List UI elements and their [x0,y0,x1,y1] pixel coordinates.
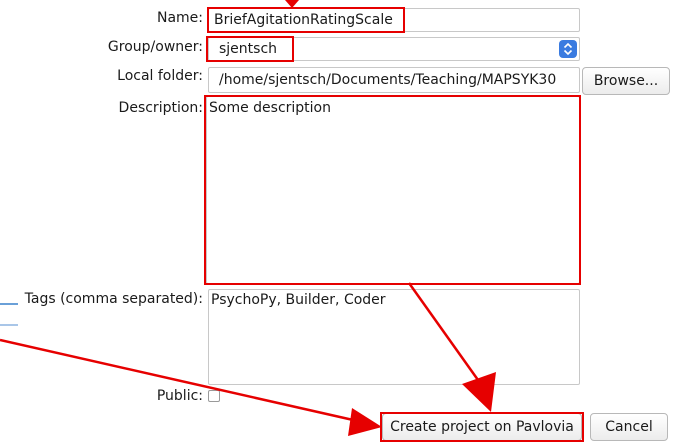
left-to-create-arrow [0,338,382,436]
description-to-create-arrow [407,282,496,412]
top-arrow-tip [285,0,299,8]
annotation-arrows [0,0,496,436]
